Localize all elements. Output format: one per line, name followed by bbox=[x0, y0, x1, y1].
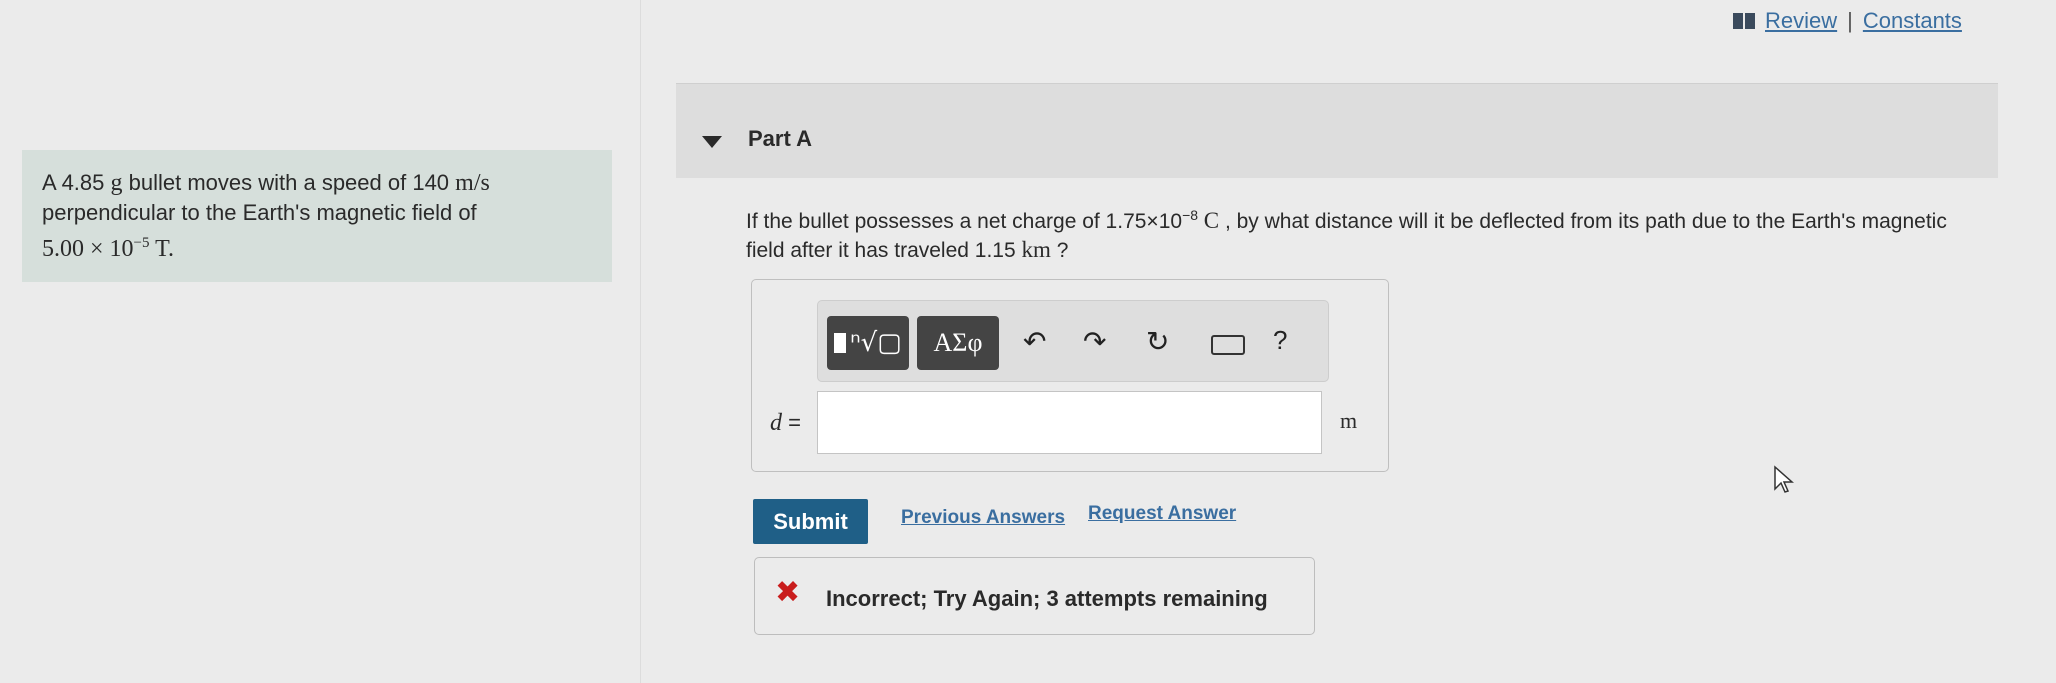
review-link[interactable]: Review bbox=[1765, 8, 1837, 34]
part-a-title: Part A bbox=[748, 126, 812, 151]
request-answer-link[interactable]: Request Answer bbox=[1088, 503, 1236, 525]
previous-answers-link[interactable]: Previous Answers bbox=[901, 507, 1065, 529]
feedback-box: ✖ Incorrect; Try Again; 3 attempts remai… bbox=[754, 557, 1315, 635]
undo-icon[interactable]: ↶ bbox=[1023, 325, 1046, 358]
redo-icon[interactable]: ↷ bbox=[1083, 325, 1106, 358]
collapse-caret-icon[interactable] bbox=[702, 136, 722, 148]
incorrect-x-icon: ✖ bbox=[775, 576, 801, 609]
answer-unit: m bbox=[1340, 408, 1358, 433]
book-icon bbox=[1733, 13, 1755, 29]
answer-variable-label: d = bbox=[770, 410, 801, 436]
answer-input[interactable] bbox=[817, 391, 1322, 454]
problem-statement: A 4.85 g bullet moves with a speed of 14… bbox=[22, 150, 612, 282]
part-a-header[interactable]: Part A bbox=[676, 83, 1998, 178]
problem-line-1: A 4.85 g bullet moves with a speed of 14… bbox=[42, 170, 490, 196]
submit-button[interactable]: Submit bbox=[753, 499, 868, 544]
help-icon[interactable]: ? bbox=[1273, 325, 1287, 356]
link-separator: | bbox=[1847, 8, 1853, 33]
constants-link[interactable]: Constants bbox=[1863, 8, 1962, 34]
problem-line-2: perpendicular to the Earth's magnetic fi… bbox=[42, 200, 477, 225]
reset-icon[interactable]: ↻ bbox=[1146, 325, 1169, 358]
problem-line-3: 5.00 × 10−5 T. bbox=[42, 235, 174, 262]
greek-symbols-button[interactable]: ΑΣφ bbox=[917, 316, 999, 370]
feedback-message: Incorrect; Try Again; 3 attempts remaini… bbox=[826, 586, 1268, 611]
math-toolbar: ⁿ√▢ ΑΣφ ↶ ↷ ↻ ? bbox=[817, 300, 1329, 382]
top-links: Review | Constants bbox=[1733, 8, 1962, 34]
template-box-icon bbox=[834, 333, 847, 353]
question-text: If the bullet possesses a net charge of … bbox=[746, 198, 1996, 268]
radical-icon: ⁿ√▢ bbox=[850, 328, 902, 358]
panel-divider bbox=[640, 0, 641, 683]
templates-button[interactable]: ⁿ√▢ bbox=[827, 316, 909, 370]
answer-box: ⁿ√▢ ΑΣφ ↶ ↷ ↻ ? d = m bbox=[751, 279, 1389, 472]
keyboard-icon[interactable] bbox=[1211, 335, 1245, 355]
